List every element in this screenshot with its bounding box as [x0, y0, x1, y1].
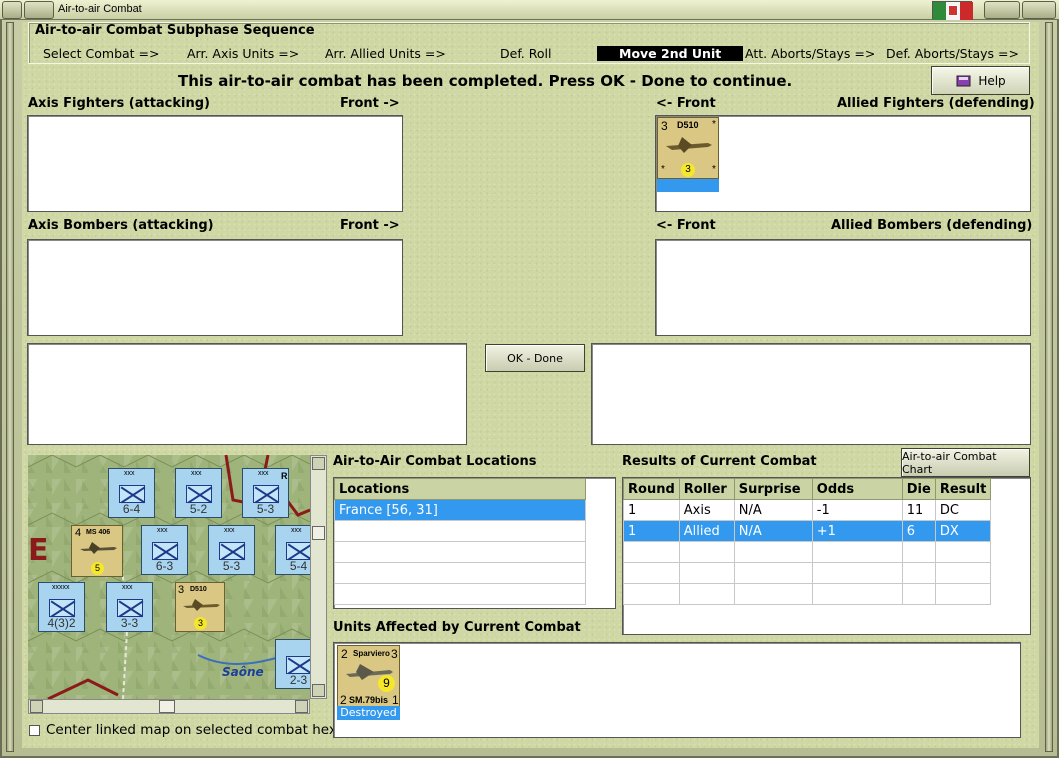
allied-bombers-box[interactable] [655, 239, 1031, 336]
map-unit-counter[interactable]: xxx 5-3 [208, 525, 255, 575]
allied-info-box [591, 343, 1031, 445]
results-title: Results of Current Combat [622, 454, 817, 469]
location-row-empty [334, 541, 586, 563]
results-table: Round Roller Surprise Odds Die Result 1A… [623, 478, 992, 605]
map-unit-counter[interactable]: xxx 3-3 [106, 582, 153, 632]
locations-list[interactable]: Locations France [56, 31] [333, 477, 616, 609]
col-roller: Roller [678, 478, 735, 500]
locations-title: Air-to-Air Combat Locations [333, 454, 537, 469]
col-round: Round [623, 478, 680, 500]
affected-units-box[interactable]: 2 Sparviero 3 9 2 SM.79bis 1 Destroyed [333, 642, 1021, 738]
unit-counter-d510[interactable]: 3 D510 * * 3 * [657, 117, 719, 179]
table-row-selected[interactable]: 1 Allied N/A +1 6 DX [623, 520, 992, 542]
map-region-letter: E [28, 533, 49, 568]
col-odds: Odds [811, 478, 903, 500]
sequence-title: Air-to-air Combat Subphase Sequence [35, 23, 315, 38]
system-menu-button[interactable] [2, 1, 22, 19]
map-unit-counter[interactable]: xxx 5-2 [175, 468, 222, 518]
axis-fighters-front: Front -> [340, 96, 400, 111]
allied-bombers-front: <- Front [656, 218, 716, 233]
book-icon [956, 75, 971, 86]
location-row-empty [334, 583, 586, 605]
axis-fighters-box[interactable] [27, 115, 403, 212]
counter-value: 3 [681, 163, 695, 177]
right-frame-rail [1045, 22, 1053, 752]
minimize-button[interactable] [984, 1, 1020, 19]
sequence-step: Def. Aborts/Stays => [886, 46, 1019, 61]
counter-star: * [712, 164, 716, 175]
counter-name: D510 [677, 120, 699, 130]
allied-bombers-label: Allied Bombers (defending) [831, 218, 1033, 233]
sequence-step: Att. Aborts/Stays => [745, 46, 876, 61]
map-unit-counter[interactable]: 2-3 [275, 639, 310, 689]
axis-bombers-label: Axis Bombers (attacking) [28, 218, 214, 233]
left-frame-rail [6, 22, 14, 752]
locations-header: Locations [334, 478, 586, 500]
map-air-counter-ms406[interactable]: 4 MS 406 5 [71, 525, 123, 577]
sequence-step: Arr. Allied Units => [325, 46, 446, 61]
axis-bombers-front: Front -> [340, 218, 400, 233]
location-row-empty [334, 520, 586, 542]
axis-bombers-box[interactable] [27, 239, 403, 336]
map-unit-counter[interactable]: xxx 5-4 [275, 525, 310, 575]
scroll-thumb[interactable] [159, 700, 175, 713]
restore-button[interactable] [24, 1, 54, 19]
close-button[interactable] [1022, 1, 1056, 19]
linked-map[interactable]: E xxx 6-4 xxx 5-2 xxx R 5-3 xxx 6-3 xxx 5-3 xx… [28, 455, 310, 699]
col-result: Result [934, 478, 992, 500]
help-button[interactable]: Help [931, 66, 1030, 95]
help-label: Help [978, 73, 1006, 88]
title-bar: Air-to-air Combat [0, 0, 1059, 20]
col-surprise: Surprise [733, 478, 813, 500]
map-vertical-scrollbar[interactable] [310, 455, 327, 699]
center-map-checkbox[interactable] [29, 725, 40, 736]
status-message: This air-to-air combat has been complete… [178, 72, 793, 90]
map-unit-counter[interactable]: xxxxx 4(3)2 [38, 582, 85, 632]
scroll-left-arrow[interactable] [30, 700, 43, 713]
selection-bar [657, 179, 719, 192]
location-row[interactable]: France [56, 31] [334, 499, 586, 521]
italy-flag-icon [932, 1, 973, 20]
center-map-label: Center linked map on selected combat hex [46, 722, 337, 738]
counter-attack: 3 [661, 119, 668, 133]
scroll-down-arrow[interactable] [312, 684, 325, 697]
unit-status: Destroyed [337, 706, 400, 720]
map-air-counter-d510[interactable]: 3 D510 3 [175, 582, 225, 632]
counter-star: * [661, 164, 665, 175]
sequence-step: Arr. Axis Units => [187, 46, 300, 61]
map-unit-counter[interactable]: xxx R 5-3 [242, 468, 289, 518]
counter-star: * [712, 119, 716, 130]
affected-title: Units Affected by Current Combat [333, 620, 581, 635]
allied-fighters-label: Allied Fighters (defending) [837, 96, 1035, 111]
scroll-up-arrow[interactable] [312, 457, 325, 470]
axis-info-box [27, 343, 467, 445]
map-river-label: Saône [222, 665, 264, 679]
fighter-plane-icon [80, 542, 117, 554]
map-unit-counter[interactable]: xxx 6-4 [108, 468, 155, 518]
map-unit-counter[interactable]: xxx 6-3 [141, 525, 188, 575]
map-horizontal-scrollbar[interactable] [28, 699, 310, 714]
axis-fighters-label: Axis Fighters (attacking) [28, 96, 210, 111]
allied-fighters-front: <- Front [656, 96, 716, 111]
air-combat-chart-button[interactable]: Air-to-air Combat Chart [901, 448, 1030, 477]
unit-counter-sm79bis[interactable]: 2 Sparviero 3 9 2 SM.79bis 1 [337, 645, 400, 707]
allied-fighters-box[interactable]: 3 D510 * * 3 * [655, 115, 1031, 212]
sequence-step: Def. Roll [500, 46, 552, 61]
sequence-step-active: Move 2nd Unit [597, 46, 744, 61]
results-table-panel[interactable]: Round Roller Surprise Odds Die Result 1A… [622, 477, 1031, 635]
col-die: Die [901, 478, 936, 500]
window-title: Air-to-air Combat [58, 3, 142, 15]
scroll-thumb[interactable] [312, 526, 325, 540]
fighter-plane-icon [183, 599, 220, 611]
ok-done-button[interactable]: OK - Done [485, 344, 585, 372]
fighter-plane-icon [666, 137, 712, 153]
sequence-step: Select Combat => [43, 46, 160, 61]
scroll-right-arrow[interactable] [295, 700, 308, 713]
table-row[interactable]: 1 Axis N/A -1 11 DC [623, 499, 992, 521]
location-row-empty [334, 562, 586, 584]
